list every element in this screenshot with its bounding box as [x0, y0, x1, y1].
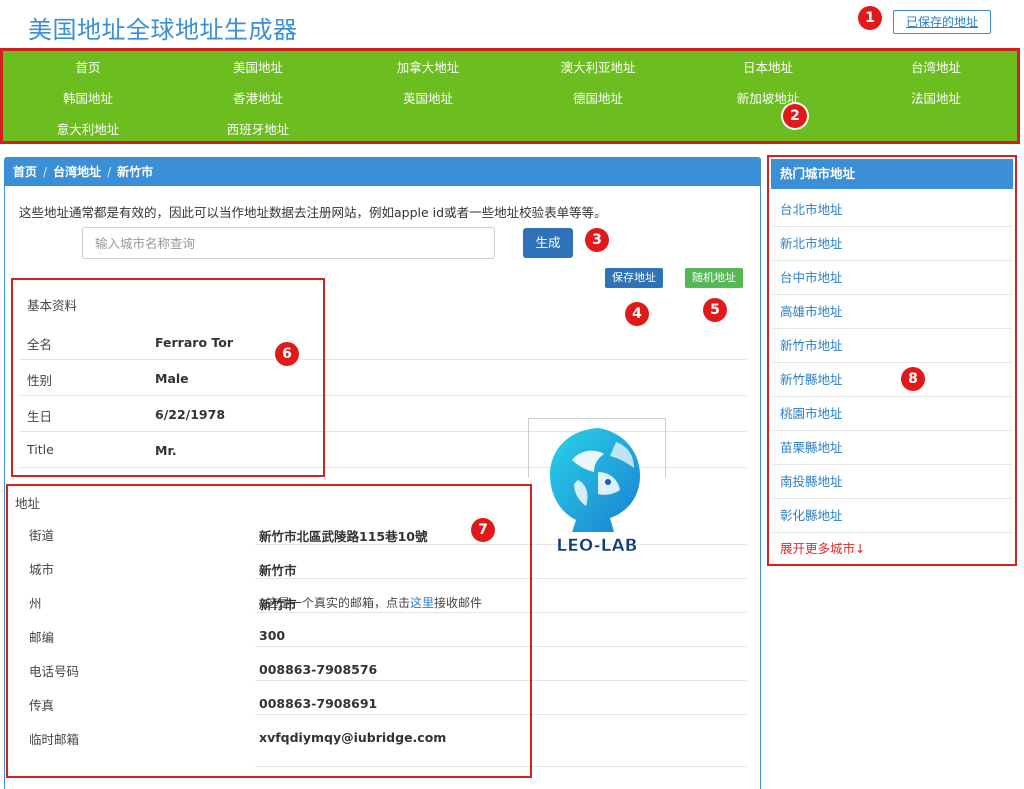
nav-item-hongkong[interactable]: 香港地址: [173, 91, 343, 107]
nav-item-germany[interactable]: 德国地址: [513, 91, 683, 107]
annotation-badge-5: 5: [703, 298, 727, 322]
sidebar-item-taipei[interactable]: 台北市地址: [771, 193, 1013, 227]
hot-cities-panel: 热门城市地址 台北市地址 新北市地址 台中市地址 高雄市地址 新竹市地址 新竹縣…: [767, 155, 1017, 566]
annotation-box-address: [6, 484, 532, 778]
sidebar-item-nantou[interactable]: 南投縣地址: [771, 465, 1013, 499]
lion-icon: LEO-LAB: [550, 428, 640, 556]
nav-item-spain[interactable]: 西班牙地址: [173, 122, 343, 138]
nav-item-canada[interactable]: 加拿大地址: [343, 60, 513, 76]
sidebar-item-hsinchu-county[interactable]: 新竹縣地址: [771, 363, 1013, 397]
sidebar-item-taichung[interactable]: 台中市地址: [771, 261, 1013, 295]
breadcrumb-home[interactable]: 首页: [13, 165, 37, 179]
country-nav: 首页 美国地址 加拿大地址 澳大利亚地址 日本地址 台湾地址 韩国地址 香港地址…: [0, 48, 1020, 144]
show-more-cities-link[interactable]: 展开更多城市↓: [771, 534, 1013, 564]
save-address-button[interactable]: 保存地址: [605, 268, 663, 288]
nav-item-australia[interactable]: 澳大利亚地址: [513, 60, 683, 76]
nav-item-japan[interactable]: 日本地址: [683, 60, 853, 76]
sidebar-item-kaohsiung[interactable]: 高雄市地址: [771, 295, 1013, 329]
sidebar-item-new-taipei[interactable]: 新北市地址: [771, 227, 1013, 261]
logo-text: LEO-LAB: [556, 536, 637, 556]
breadcrumb-separator: /: [43, 165, 48, 179]
generate-button[interactable]: 生成: [523, 228, 573, 258]
nav-item-taiwan[interactable]: 台湾地址: [851, 60, 1021, 76]
nav-item-france[interactable]: 法国地址: [851, 91, 1021, 107]
hot-cities-title: 热门城市地址: [771, 159, 1013, 189]
sidebar-item-taoyuan[interactable]: 桃園市地址: [771, 397, 1013, 431]
intro-text: 这些地址通常都是有效的，因此可以当作地址数据去注册网站，例如apple id或者…: [19, 205, 607, 220]
annotation-badge-6: 6: [275, 342, 299, 366]
annotation-badge-8: 8: [901, 367, 925, 391]
breadcrumb-city: 新竹市: [117, 165, 154, 179]
saved-addresses-button[interactable]: 已保存的地址: [893, 10, 991, 34]
breadcrumb: 首页 / 台湾地址 / 新竹市: [5, 158, 760, 186]
annotation-badge-1: 1: [858, 6, 882, 30]
nav-item-uk[interactable]: 英国地址: [343, 91, 513, 107]
nav-item-home[interactable]: 首页: [3, 60, 173, 76]
nav-item-korea[interactable]: 韩国地址: [3, 91, 173, 107]
page-title: 美国地址全球地址生成器: [28, 16, 298, 44]
sidebar-item-hsinchu-city[interactable]: 新竹市地址: [771, 329, 1013, 363]
nav-item-singapore[interactable]: 新加坡地址: [683, 91, 853, 107]
nav-item-us[interactable]: 美国地址: [173, 60, 343, 76]
sidebar-item-miaoli[interactable]: 苗栗縣地址: [771, 431, 1013, 465]
city-search-input[interactable]: [82, 227, 495, 259]
annotation-box-basic: [11, 278, 325, 477]
annotation-badge-3: 3: [585, 228, 609, 252]
breadcrumb-region[interactable]: 台湾地址: [53, 165, 101, 179]
nav-item-italy[interactable]: 意大利地址: [3, 122, 173, 138]
leo-lab-logo: LEO-LAB: [528, 420, 666, 560]
sidebar-item-changhua[interactable]: 彰化縣地址: [771, 499, 1013, 533]
annotation-badge-4: 4: [625, 302, 649, 326]
annotation-badge-2: 2: [783, 104, 807, 128]
logo-frame: [528, 418, 666, 419]
annotation-badge-7: 7: [471, 518, 495, 542]
breadcrumb-separator: /: [107, 165, 112, 179]
random-address-button[interactable]: 随机地址: [685, 268, 743, 288]
